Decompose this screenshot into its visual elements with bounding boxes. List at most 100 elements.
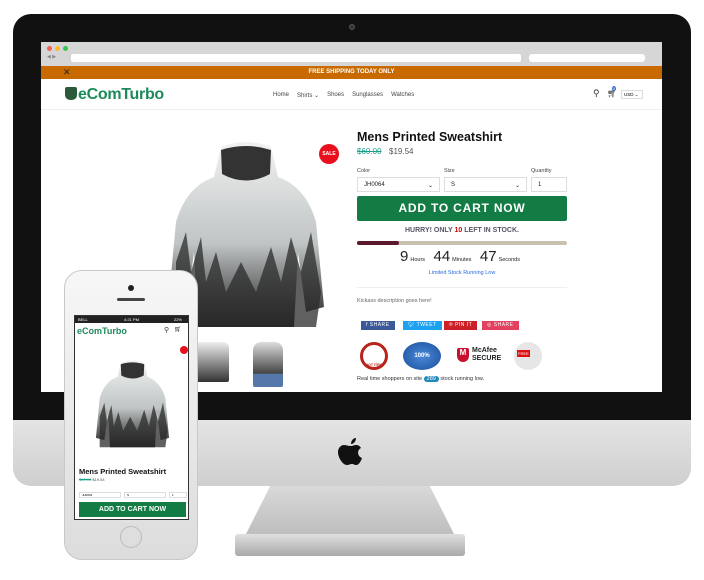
guarantee-badge: 100% [403, 342, 441, 370]
back-forward-icon[interactable]: ◀ ▶ [47, 54, 56, 60]
pinterest-pin-button[interactable]: ℗ PIN IT [444, 321, 478, 330]
timer-seconds-label: Seconds [498, 257, 520, 263]
mcafee-badge: McAfee SECURE [472, 347, 501, 363]
facebook-share-button[interactable]: f SHARE [361, 321, 395, 330]
main-nav: Home Shirts ⌄ Shoes Sunglasses Watches [273, 92, 414, 99]
mobile-screen: BELL 4:21 PM 22% eComTurbo ⚲ 🛒︎ Mens Print… [74, 315, 189, 520]
promo-bar: ✕ FREE SHIPPING TODAY ONLY [41, 66, 662, 79]
phone-camera [128, 285, 134, 291]
stock-progress-fill [357, 241, 399, 245]
mobile-product-image[interactable] [95, 350, 170, 460]
old-price: $60.00 [357, 147, 382, 156]
price: $19.54 [389, 147, 414, 156]
divider [357, 287, 567, 288]
phone-speaker [117, 298, 145, 301]
countdown-timer: 9 Hours 44 Minutes 47 Seconds [357, 248, 567, 266]
mobile-sale-badge [180, 346, 188, 354]
nav-watches[interactable]: Watches [391, 92, 414, 99]
limited-stock-text: Limited Stock Running Low [428, 270, 496, 276]
size-label: Size [444, 168, 455, 174]
product-description: Kickass description goes here! [357, 298, 432, 304]
timer-seconds: 47 [479, 248, 497, 265]
nav-shirts[interactable]: Shirts ⌄ [297, 92, 319, 99]
stock-count: 10 [454, 227, 463, 234]
logo-icon [65, 87, 77, 100]
product-title: Mens Printed Sweatshirt [357, 130, 503, 144]
address-bar[interactable] [71, 54, 521, 62]
close-window-button[interactable] [47, 46, 52, 51]
pin-label: PIN IT [455, 322, 473, 328]
promo-text: FREE SHIPPING TODAY ONLY [308, 69, 395, 75]
maximize-window-button[interactable] [63, 46, 68, 51]
size-select[interactable]: S ⌄ [444, 177, 527, 192]
color-value: JH0064 [364, 182, 385, 188]
add-to-cart-button[interactable]: ADD TO CART NOW [357, 196, 567, 221]
timer-hours: 9 [400, 248, 409, 265]
minimize-window-button[interactable] [55, 46, 60, 51]
color-label: Color [357, 168, 371, 174]
guarantee-text: 100% [414, 353, 430, 359]
twitter-tweet-button[interactable]: 🐦︎ TWEET [403, 321, 442, 330]
free-shipping-text: FREE [517, 350, 530, 357]
realtime-suffix: stock running low. [440, 376, 485, 382]
nav-shirts-label: Shirts [297, 93, 313, 99]
logo[interactable]: eComTurbo [65, 86, 164, 104]
color-select[interactable]: JH0064 ⌄ [357, 177, 440, 192]
imac-base [235, 534, 465, 556]
stock-message: HURRY! ONLY 10 LEFT IN STOCK. [357, 227, 567, 234]
status-bar: BELL 4:21 PM 22% [75, 316, 188, 323]
shopper-count: 289 [423, 376, 439, 382]
size-value: S [451, 182, 456, 188]
timer-hours-label: Hours [410, 257, 426, 263]
timer-minutes: 44 [433, 248, 451, 265]
mobile-add-to-cart-button[interactable]: ADD TO CART NOW [79, 502, 186, 517]
nav-shoes[interactable]: Shoes [327, 92, 344, 99]
stock-prefix: HURRY! ONLY [404, 227, 453, 234]
mcafee-text: McAfee [472, 347, 497, 354]
quantity-input[interactable]: 1 [531, 177, 567, 192]
browser-chrome: ◀ ▶ [41, 42, 662, 66]
camera [349, 24, 355, 30]
realtime-prefix: Real time shoppers on site [357, 376, 423, 382]
quantity-label: Quantity [531, 168, 552, 174]
facebook-share-label: SHARE [369, 322, 390, 328]
site-header: eComTurbo Home Shirts ⌄ Shoes Sunglasses… [41, 79, 662, 110]
carrier: BELL [78, 317, 88, 322]
hot-item-text: HOT ITEM [365, 363, 383, 367]
mobile-size-select[interactable]: S [124, 492, 166, 498]
stock-progress-bar [357, 241, 567, 245]
mobile-product-title: Mens Printed Sweatshirt [79, 467, 167, 476]
currency-value: USD [624, 92, 634, 97]
free-shipping-badge: FREE [514, 342, 542, 370]
mobile-color-select[interactable]: JH0064 [79, 492, 121, 498]
cart-icon[interactable]: 🛒︎ 0 [607, 86, 617, 98]
cart-count: 0 [612, 86, 617, 91]
stock-suffix: LEFT IN STOCK. [464, 227, 519, 234]
instagram-share-label: SHARE [493, 322, 514, 328]
phone-time: 4:21 PM [124, 317, 139, 322]
thumbnail-2[interactable] [253, 342, 283, 387]
search-icon[interactable]: ⚲ [593, 88, 600, 99]
mcafee-shield-icon: M [457, 348, 469, 362]
battery-level: 22% [173, 317, 182, 322]
currency-select[interactable]: USD ⌄ [621, 90, 643, 99]
mobile-search-icon[interactable]: ⚲ [164, 326, 169, 334]
secure-text: SECURE [472, 355, 502, 362]
instagram-share-button[interactable]: ◎ SHARE [482, 321, 519, 330]
browser-search[interactable] [529, 54, 645, 62]
timer-minutes-label: Minutes [452, 257, 472, 263]
mobile-price: $19.54 [92, 477, 105, 482]
imac-stand [245, 486, 455, 536]
close-promo-icon[interactable]: ✕ [63, 66, 71, 79]
hot-item-badge: HOT ITEM [360, 342, 388, 370]
tweet-label: TWEET [416, 322, 437, 328]
nav-sunglasses[interactable]: Sunglasses [352, 92, 383, 99]
home-button[interactable] [120, 526, 142, 548]
mobile-logo[interactable]: eComTurbo [77, 326, 127, 336]
mobile-old-price: $60.00 [79, 477, 92, 482]
nav-home[interactable]: Home [273, 92, 289, 99]
realtime-shoppers: Real time shoppers on site 289 stock run… [357, 376, 484, 382]
mobile-cart-icon[interactable]: 🛒︎ [174, 326, 182, 333]
apple-logo-icon [338, 438, 362, 465]
mobile-quantity-input[interactable]: 1 [169, 492, 187, 498]
